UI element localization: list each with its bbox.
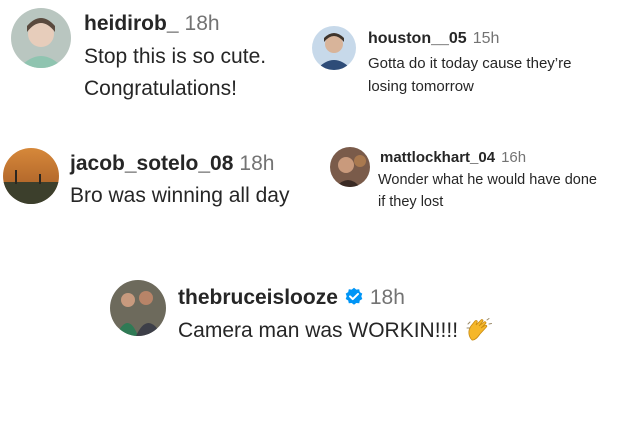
comment-text: Camera man was WORKIN!!!! — [178, 319, 459, 342]
avatar[interactable] — [3, 148, 59, 204]
verified-badge-icon — [344, 287, 364, 313]
timestamp[interactable]: 18h — [185, 12, 220, 35]
comment-text: Stop this is so cute. — [84, 45, 267, 68]
timestamp[interactable]: 16h — [501, 149, 526, 166]
comment-text: if they lost — [378, 194, 444, 210]
username[interactable]: jacob_sotelo_08 — [70, 152, 233, 175]
comment-text: Wonder what he would have done — [378, 172, 597, 188]
avatar[interactable] — [11, 8, 71, 68]
avatar[interactable] — [312, 26, 356, 70]
username[interactable]: mattlockhart_04 — [380, 149, 495, 166]
timestamp[interactable]: 18h — [239, 152, 274, 175]
username[interactable]: houston__05 — [368, 30, 467, 47]
comment-text: losing tomorrow — [368, 78, 474, 95]
timestamp[interactable]: 15h — [473, 30, 500, 47]
comment-text: Gotta do it today cause they’re — [368, 55, 572, 72]
avatar[interactable] — [330, 147, 370, 187]
username[interactable]: thebruceislooze — [178, 286, 338, 309]
timestamp[interactable]: 18h — [370, 286, 405, 309]
comment-text: Congratulations! — [84, 77, 237, 100]
username[interactable]: heidirob_ — [84, 12, 179, 35]
avatar[interactable] — [110, 280, 166, 336]
clapping-hands-icon — [466, 318, 493, 348]
comment-text: Bro was winning all day — [70, 184, 290, 207]
